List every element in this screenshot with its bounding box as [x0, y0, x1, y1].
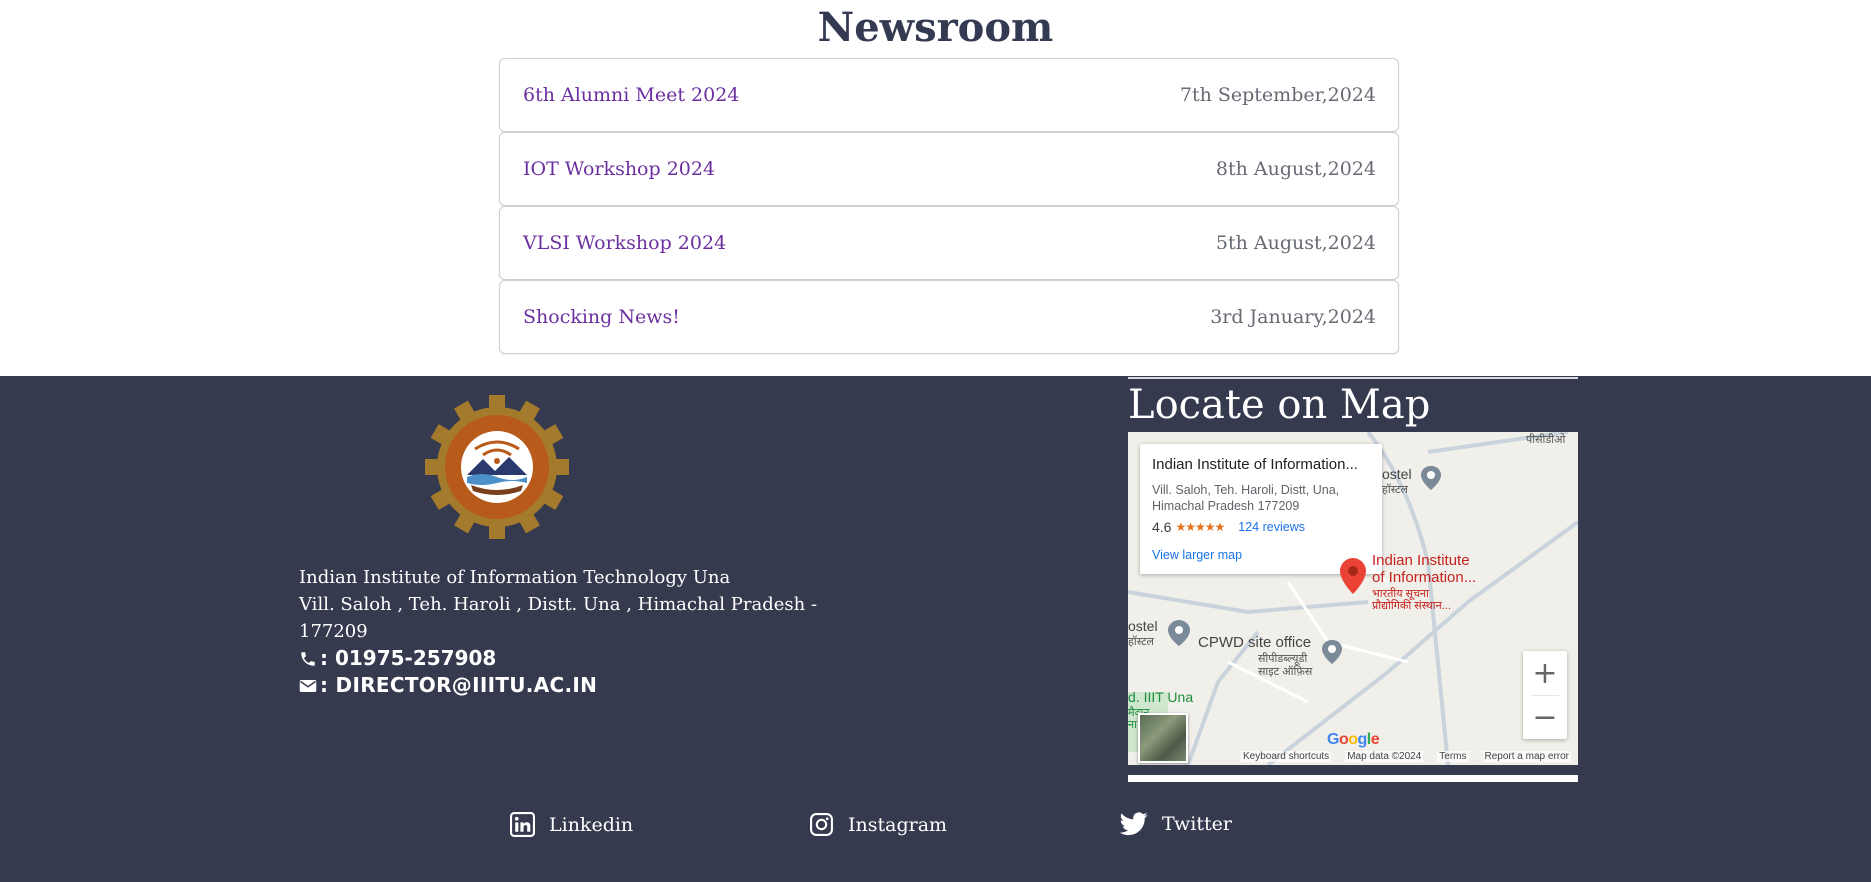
map-label: CPWD site office	[1198, 634, 1312, 651]
twitter-link[interactable]: Twitter	[1120, 812, 1232, 836]
rating-value: 4.6	[1152, 519, 1172, 535]
map-footer: Keyboard shortcuts Map data ©2024 Terms …	[1128, 747, 1578, 765]
news-list: 6th Alumni Meet 2024 7th September,2024 …	[499, 58, 1399, 354]
email-row: : director@iiitu.ac.in	[299, 672, 597, 699]
keyboard-shortcuts-link[interactable]: Keyboard shortcuts	[1241, 750, 1332, 762]
map-label: of Information...	[1372, 569, 1477, 586]
news-item-title[interactable]: IOT Workshop 2024	[523, 158, 715, 180]
newsroom-title: Newsroom	[817, 4, 1054, 51]
map-label: ostel	[1382, 466, 1412, 482]
contact-info: : 01975-257908 : director@iiitu.ac.in	[299, 645, 597, 699]
email-address[interactable]: : director@iiitu.ac.in	[320, 672, 597, 699]
news-item[interactable]: 6th Alumni Meet 2024 7th September,2024	[499, 58, 1399, 132]
map-label: d. IIIT Una	[1128, 689, 1194, 705]
zoom-in-button[interactable]: +	[1523, 651, 1567, 695]
location-marker-icon[interactable]	[1340, 558, 1366, 594]
report-map-error-link[interactable]: Report a map error	[1482, 750, 1571, 762]
news-item-title[interactable]: Shocking News!	[523, 306, 680, 328]
map-label: पीसीडीओ	[1526, 434, 1566, 446]
news-item-date: 7th September,2024	[1179, 84, 1376, 106]
institute-logo	[425, 395, 569, 539]
twitter-icon	[1120, 812, 1148, 836]
instagram-link[interactable]: Instagram	[809, 812, 947, 837]
hostel-pin-icon	[1421, 466, 1441, 490]
social-label: Linkedin	[549, 813, 634, 836]
place-name: Indian Institute of Information...	[1152, 456, 1358, 473]
site-footer: Indian Institute of Information Technolo…	[0, 376, 1871, 882]
map-label: हॉस्टल	[1382, 484, 1408, 496]
instagram-icon	[810, 813, 833, 836]
place-rating: 4.6 ★★★★★ 124 reviews	[1152, 519, 1305, 535]
news-item[interactable]: Shocking News! 3rd January,2024	[499, 280, 1399, 354]
institute-name: Indian Institute of Information Technolo…	[299, 567, 731, 588]
zoom-out-button[interactable]: −	[1523, 695, 1567, 739]
office-pin-icon	[1322, 640, 1342, 664]
embedded-map[interactable]: Indian Institute of Information... Vill.…	[1128, 432, 1578, 765]
phone-icon	[301, 651, 315, 666]
news-item-title[interactable]: VLSI Workshop 2024	[523, 232, 726, 254]
reviews-link[interactable]: 124 reviews	[1238, 520, 1305, 534]
map-label: हॉस्टल	[1128, 636, 1154, 648]
news-item-date: 5th August,2024	[1215, 232, 1376, 254]
terms-link[interactable]: Terms	[1437, 750, 1469, 762]
place-info-card: Indian Institute of Information... Vill.…	[1140, 444, 1382, 574]
news-item-title[interactable]: 6th Alumni Meet 2024	[523, 84, 739, 106]
news-item-date: 3rd January,2024	[1210, 306, 1376, 328]
address-pincode: 177209	[299, 621, 368, 642]
map-label: ना	[1128, 719, 1137, 731]
phone-number[interactable]: : 01975-257908	[320, 645, 496, 672]
map-label: प्रौद्योगिकी संस्थान...	[1372, 600, 1451, 612]
envelope-icon	[299, 679, 317, 692]
linkedin-link[interactable]: Linkedin	[510, 812, 633, 837]
social-label: Instagram	[848, 813, 948, 836]
map-label: Indian Institute	[1372, 552, 1470, 569]
rating-stars: ★★★★★	[1175, 520, 1225, 534]
address-line: Vill. Saloh , Teh. Haroli , Distt. Una ,…	[299, 594, 818, 615]
divider	[1531, 695, 1559, 696]
map-label: ostel	[1128, 618, 1158, 634]
map-heading: Locate on Map	[1128, 382, 1431, 428]
map-data-attribution: Map data ©2024	[1345, 750, 1424, 762]
linkedin-icon	[510, 812, 535, 837]
hostel-pin-icon	[1168, 620, 1190, 646]
divider	[1128, 377, 1578, 379]
map-label: साइट ऑफ़िस	[1258, 666, 1313, 678]
social-label: Twitter	[1162, 813, 1232, 835]
phone-row: : 01975-257908	[299, 645, 597, 672]
map-section: Locate on Map Indian Institute of Inform…	[1128, 376, 1578, 782]
news-item[interactable]: VLSI Workshop 2024 5th August,2024	[499, 206, 1399, 280]
newsroom-section: Newsroom 6th Alumni Meet 2024 7th Septem…	[0, 0, 1871, 376]
news-item[interactable]: IOT Workshop 2024 8th August,2024	[499, 132, 1399, 206]
view-larger-map-link[interactable]: View larger map	[1152, 548, 1242, 562]
news-item-date: 8th August,2024	[1215, 158, 1376, 180]
zoom-controls: + −	[1523, 651, 1567, 739]
place-address: Vill. Saloh, Teh. Haroli, Distt, Una, Hi…	[1152, 483, 1340, 513]
divider	[1128, 775, 1578, 782]
institute-address: Indian Institute of Information Technolo…	[299, 564, 819, 645]
